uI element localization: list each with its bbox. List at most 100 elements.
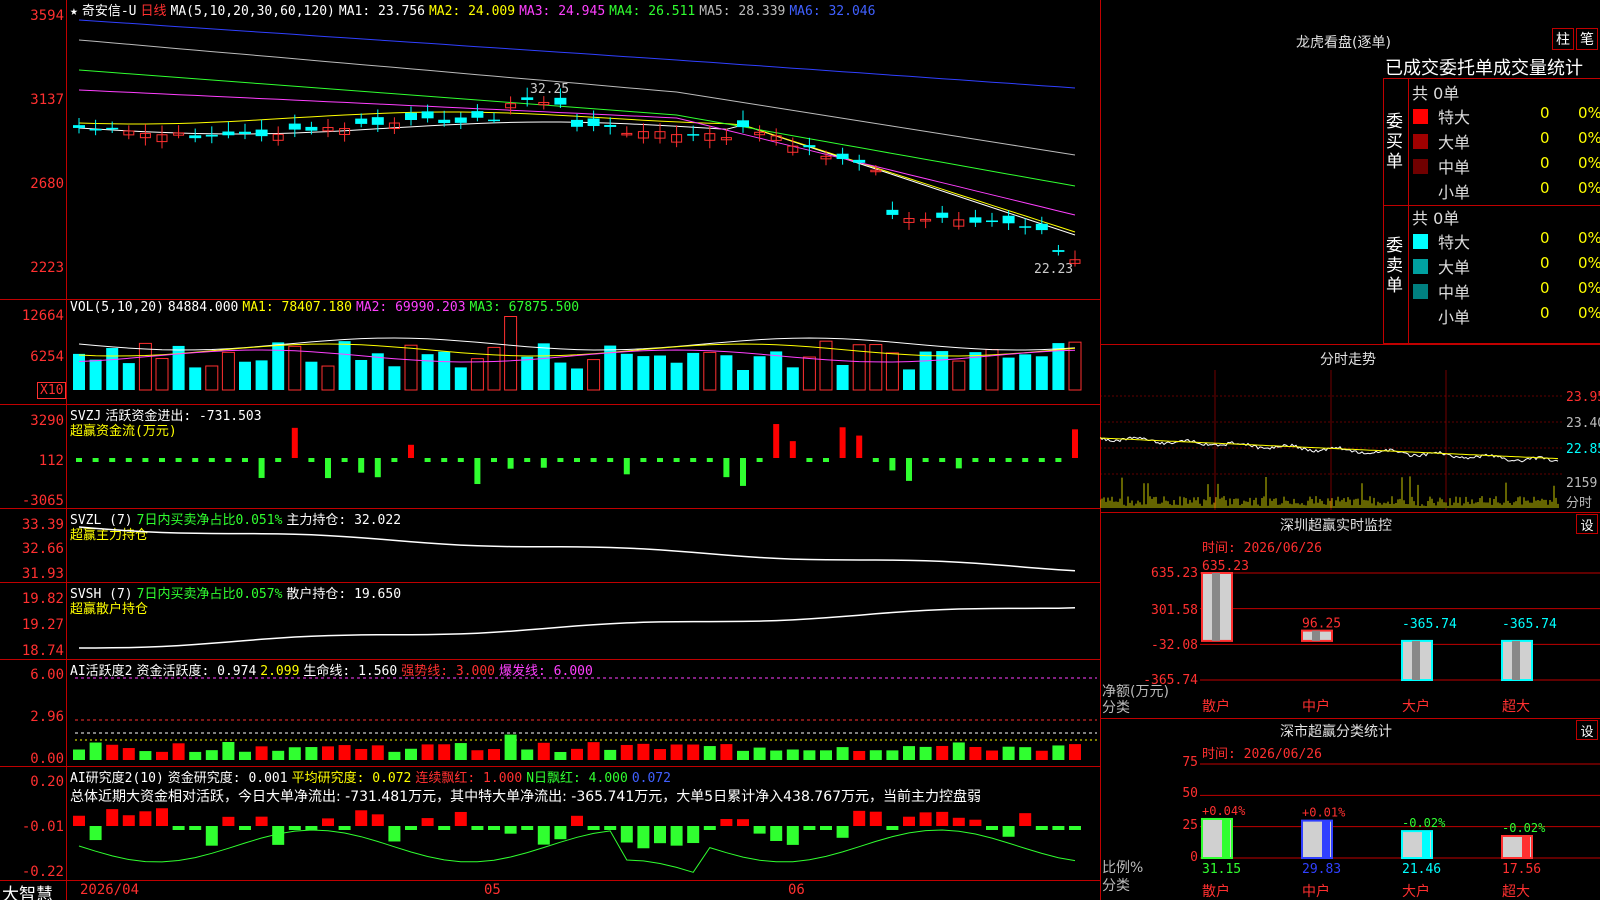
buy-row-name-2: 中单 — [1438, 158, 1471, 177]
svzj-bar — [1038, 458, 1045, 462]
sell-row-pct-3: 0% — [1578, 304, 1600, 322]
buy-total: 共 0单 — [1412, 84, 1460, 103]
ai-active-bar — [1002, 746, 1015, 760]
btn-zhu[interactable]: 柱 — [1552, 28, 1574, 50]
svzj-bar — [507, 458, 514, 469]
buy-row-pct-0: 0% — [1578, 104, 1600, 122]
ai-active-bar — [770, 750, 783, 760]
svzj-bar — [607, 458, 614, 462]
candle-body — [106, 127, 119, 130]
monitor-bar-shade — [1512, 640, 1520, 680]
stats-value-label: 21.46 — [1402, 862, 1441, 877]
ai-research-bar — [189, 826, 202, 830]
vol-bar — [388, 366, 401, 390]
ai-active-bar — [1035, 750, 1048, 760]
candle-body — [488, 119, 500, 122]
ai-active-bar — [554, 751, 567, 760]
svzj-bar — [955, 458, 962, 469]
price-axis-1: 3594 — [30, 8, 64, 24]
ai-active-bar — [1052, 745, 1065, 760]
buy-row-name-3: 小单 — [1438, 183, 1471, 202]
ai-research-bar — [355, 810, 368, 826]
ai-research-bar — [454, 811, 467, 826]
ai-research-bar — [405, 826, 417, 830]
candle-body — [1035, 223, 1048, 231]
svzj-bar — [540, 458, 547, 468]
svsh-axis-1: 19.82 — [21, 591, 64, 607]
svzl-axis-3: 31.93 — [21, 566, 64, 582]
monitor-xlabel: 分类 — [1102, 700, 1130, 716]
candle-body — [886, 209, 899, 215]
vol-bar — [221, 351, 235, 391]
ma-line-6 — [78, 19, 1076, 89]
svzj-bar — [640, 458, 647, 462]
stats-chart: +0.04% 31.15 散户 +0.01% 29.83 中户 -0.02% 21.46 大户 -… — [1200, 763, 1600, 900]
candle-body — [521, 97, 534, 100]
vol-bar — [454, 367, 467, 390]
ai-research-bar — [869, 811, 882, 826]
ai-research-bar — [737, 819, 749, 826]
vol-bar — [487, 346, 501, 391]
buy-row-count-3: 0 — [1540, 179, 1550, 197]
stats-set-button[interactable]: 设 — [1576, 720, 1598, 740]
sell-row-count-2: 0 — [1540, 279, 1550, 297]
candle-body — [454, 117, 467, 123]
sell-swatch-0 — [1413, 234, 1428, 249]
stats-xlabel: 分类 — [1102, 878, 1130, 894]
ai-active-bar — [388, 751, 401, 760]
vol-multiplier: X10 — [37, 382, 67, 399]
ai-active-bar — [471, 750, 484, 760]
vol-bar — [753, 356, 766, 390]
ai-active-bar — [355, 748, 368, 760]
ai-active-bar — [255, 746, 268, 760]
ai-research-bar — [1052, 826, 1065, 830]
svzj-bar — [242, 458, 248, 462]
vol-bar — [438, 351, 451, 390]
ai-research-axis-1: 0.20 — [30, 774, 64, 790]
svzj-bar — [773, 424, 780, 458]
ai-research-bar — [903, 816, 915, 826]
ai-active-bar — [919, 746, 932, 760]
stats-change-label: +0.01% — [1302, 806, 1346, 820]
ai-research-bar — [554, 826, 567, 840]
btn-bi[interactable]: 笔 — [1576, 28, 1598, 50]
ai-research-bar — [703, 826, 716, 830]
lhb-title: 龙虎看盘(逐单) — [1296, 35, 1391, 51]
ai-active-bar — [421, 744, 434, 760]
monitor-time: 时间: 2026/06/26 — [1202, 541, 1322, 556]
svzj-bar — [358, 458, 365, 473]
ai-research-bar — [73, 815, 85, 826]
sell-swatch-2 — [1413, 284, 1428, 299]
svzj-axis-1: 3290 — [30, 413, 64, 429]
stats-bar-accent — [1522, 835, 1530, 858]
vol-bar — [470, 358, 484, 391]
svzj-bar — [574, 458, 580, 462]
vol-bar — [288, 345, 302, 391]
vol-bar — [73, 353, 85, 390]
svzj-bar — [972, 458, 979, 462]
svzj-bar — [590, 458, 597, 462]
vol-bar — [89, 359, 102, 390]
main-chart-canvas[interactable] — [67, 0, 1100, 880]
ai-research-bar — [205, 826, 218, 846]
candle-body — [288, 123, 301, 130]
candle-body — [1052, 250, 1065, 252]
buy-row-count-2: 0 — [1540, 154, 1550, 172]
vol-bar — [554, 362, 567, 390]
monitor-set-button[interactable]: 设 — [1576, 514, 1598, 534]
monitor-category-label: 超大 — [1502, 699, 1530, 715]
intraday-chart[interactable] — [1100, 370, 1562, 510]
ai-active-bar — [488, 749, 500, 760]
svzj-bar — [76, 458, 82, 462]
stats-bar-accent — [1422, 831, 1430, 858]
vol-bar — [205, 365, 219, 391]
vol-bar — [770, 351, 783, 390]
ai-research-bar — [986, 826, 998, 830]
vol-bar — [272, 342, 285, 390]
svzj-bar — [756, 458, 763, 462]
buy-swatch-0 — [1413, 109, 1428, 124]
ai-research-bar — [604, 826, 617, 830]
ai-active-bar — [205, 750, 218, 760]
ai-research-bar — [670, 826, 683, 846]
stats-value-label: 17.56 — [1502, 862, 1541, 877]
